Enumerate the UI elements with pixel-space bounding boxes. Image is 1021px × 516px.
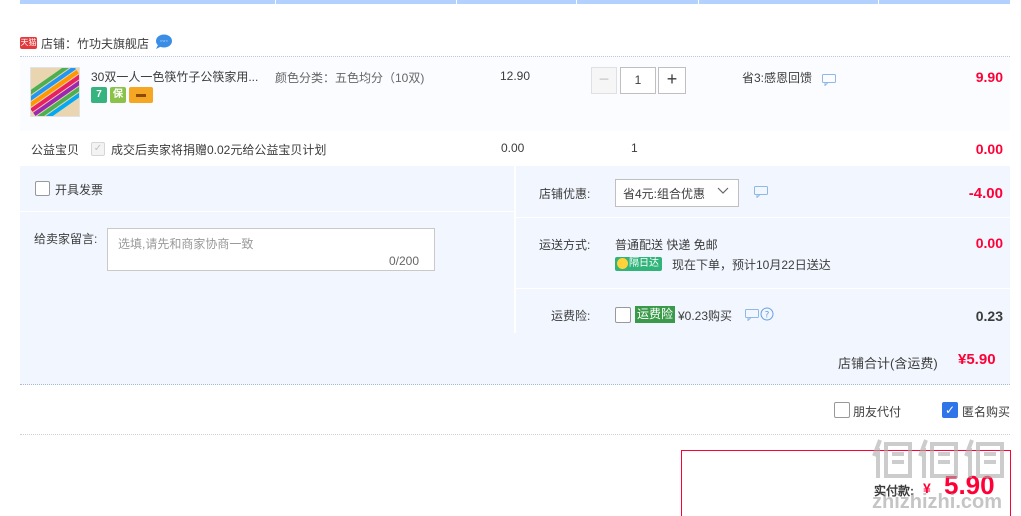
charity-price: 0.00 xyxy=(501,141,525,155)
seller-message-label: 给卖家留言: xyxy=(34,232,98,246)
watermark-text: zhizhizhi.com xyxy=(872,491,1002,513)
charity-quantity: 1 xyxy=(631,141,638,155)
charity-checkbox: ✓ xyxy=(91,142,105,156)
divider xyxy=(514,166,516,333)
help-question-icon[interactable]: ? xyxy=(760,307,774,321)
tmall-shop-icon: 天猫 xyxy=(20,37,37,49)
quantity-decrease-button[interactable]: − xyxy=(591,67,617,94)
comment-icon[interactable] xyxy=(745,309,759,321)
shop-name[interactable]: 店铺：竹功夫旗舰店 xyxy=(41,35,149,52)
friend-pay-label[interactable]: 朋友代付 xyxy=(853,403,901,420)
shipping-label: 运送方式: xyxy=(539,238,591,252)
quantity-input[interactable]: 1 xyxy=(620,67,656,94)
shipping-method: 普通配送 快递 免邮 xyxy=(615,238,718,252)
chopsticks-image-icon xyxy=(31,68,79,116)
charity-description: 成交后卖家将捐赠0.02元给公益宝贝计划 xyxy=(111,143,327,157)
charity-subtotal: 0.00 xyxy=(975,141,1003,157)
divider xyxy=(20,211,514,212)
divider xyxy=(20,434,1010,435)
watermark-logo-icon xyxy=(872,439,1004,478)
unit-price: 12.90 xyxy=(500,69,531,83)
credit-card-icon: ▬ xyxy=(129,87,153,103)
shop-discount-label: 店铺优惠: xyxy=(539,187,591,201)
svg-text:?: ? xyxy=(765,311,770,321)
shipping-insurance-amount: 0.23 xyxy=(975,308,1003,324)
item-subtotal: 9.90 xyxy=(975,69,1003,85)
anonymous-purchase-label[interactable]: 匿名购买 xyxy=(962,403,1010,420)
seven-day-return-icon: 7 xyxy=(91,87,107,103)
delivery-estimate: 现在下单，预计10月22日送达 xyxy=(672,258,831,272)
product-title[interactable]: 30双一人一色筷竹子公筷家用... xyxy=(91,68,261,85)
comment-icon[interactable] xyxy=(754,186,768,198)
invoice-checkbox[interactable] xyxy=(35,181,50,196)
seller-message-placeholder: 选填,请先和商家协商一致 xyxy=(118,237,254,251)
anonymous-purchase-checkbox[interactable]: ✓ xyxy=(942,402,958,418)
chevron-down-icon xyxy=(717,187,729,194)
lightning-icon xyxy=(617,258,628,269)
divider xyxy=(516,217,1010,218)
shipping-insurance-tag: 运费险 xyxy=(635,306,676,323)
guarantee-icon: 保 xyxy=(110,87,126,103)
invoice-label[interactable]: 开具发票 xyxy=(55,181,103,198)
charity-label: 公益宝贝 xyxy=(31,143,80,157)
quantity-increase-button[interactable]: + xyxy=(658,67,686,94)
shipping-insurance-price: ¥0.23购买 xyxy=(678,309,733,323)
shipping-insurance-checkbox[interactable] xyxy=(615,307,631,323)
seller-message-counter: 0/200 xyxy=(389,254,420,268)
top-divider xyxy=(20,0,1010,4)
shop-discount-value: 省4元:组合优惠 xyxy=(623,187,706,201)
comment-icon[interactable] xyxy=(822,74,836,86)
divider xyxy=(516,288,1010,289)
shipping-insurance-label: 运费险: xyxy=(551,309,591,323)
friend-pay-checkbox[interactable] xyxy=(834,402,850,418)
product-thumbnail[interactable] xyxy=(30,67,80,117)
shop-discount-amount: -4.00 xyxy=(968,185,1003,202)
sku-option: 颜色分类：五色均分（10双) xyxy=(275,71,425,85)
item-promotion: 省3:感恩回馈 xyxy=(742,71,813,85)
shipping-amount: 0.00 xyxy=(975,235,1003,251)
wangwang-chat-icon[interactable]: ·ᵕ· xyxy=(155,34,172,49)
svg-text:·ᵕ·: ·ᵕ· xyxy=(160,37,168,46)
shop-total-label: 店铺合计(含运费) xyxy=(838,356,938,371)
shop-total-value: ¥5.90 xyxy=(958,351,996,368)
